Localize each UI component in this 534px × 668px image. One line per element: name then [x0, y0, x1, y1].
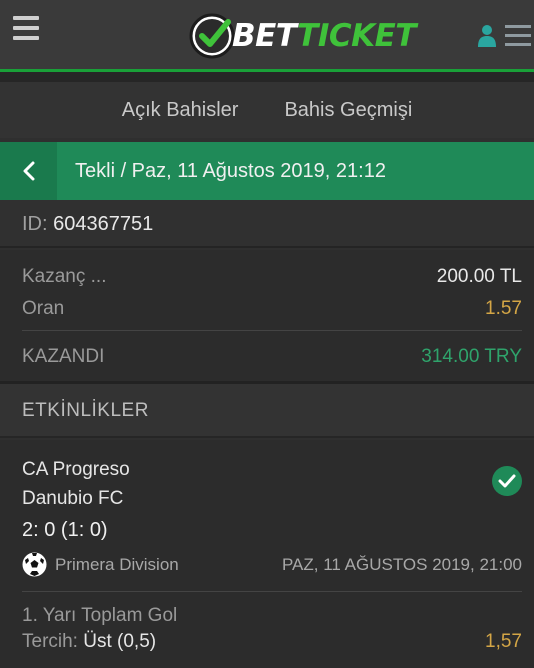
- bet-summary: Kazanç ... 200.00 TL Oran 1.57 KAZANDI 3…: [0, 250, 534, 384]
- bet-tabs: Açık Bahisler Bahis Geçmişi: [0, 82, 534, 138]
- check-circle-icon: [492, 466, 522, 496]
- event-card: CA Progreso Danubio FC 2: 0 (1: 0) Prime…: [0, 440, 534, 668]
- brand-name: BETTICKET: [232, 18, 416, 54]
- pick-odds: 1,57: [485, 631, 522, 652]
- league-name: Primera Division: [55, 555, 179, 574]
- stake-label: Kazanç ...: [22, 266, 107, 287]
- back-chevron-icon: [23, 161, 34, 181]
- stake-row: Kazanç ... 200.00 TL: [22, 266, 522, 288]
- events-section-title: ETKİNLİKLER: [0, 384, 534, 438]
- soccer-ball-icon: [22, 552, 47, 577]
- match-score: 2: 0 (1: 0): [22, 519, 108, 541]
- pick-label: Tercih:: [22, 631, 78, 652]
- market-name: 1. Yarı Toplam Gol: [22, 605, 178, 626]
- bet-id-row: ID: 604367751: [0, 200, 534, 248]
- status-row: KAZANDI 314.00 TRY: [22, 346, 522, 368]
- logo-check-icon: [189, 13, 235, 59]
- pick-value: Üst (0,5): [83, 631, 157, 652]
- summary-divider: [22, 330, 522, 331]
- event-date: PAZ, 11 AĞUSTOS 2019, 21:00: [281, 555, 522, 574]
- payout-value: 314.00 TRY: [421, 346, 522, 367]
- hamburger-icon[interactable]: [13, 16, 39, 40]
- tab-open-bets[interactable]: Açık Bahisler: [122, 99, 239, 122]
- bet-title: Tekli / Paz, 11 Ağustos 2019, 21:12: [75, 160, 386, 182]
- odds-row: Oran 1.57: [22, 298, 522, 320]
- away-team: Danubio FC: [22, 488, 124, 509]
- brand-logo[interactable]: BETTICKET: [188, 12, 416, 60]
- odds-value: 1.57: [485, 298, 522, 319]
- top-bar: BETTICKET: [0, 0, 534, 72]
- pick-row: Tercih: Üst (0,5): [22, 631, 156, 653]
- back-button[interactable]: [0, 142, 57, 200]
- tab-bet-history[interactable]: Bahis Geçmişi: [284, 99, 412, 122]
- menu-icon[interactable]: [505, 25, 531, 47]
- header-shadow: [0, 72, 534, 82]
- odds-label: Oran: [22, 298, 65, 319]
- event-divider: [22, 591, 522, 592]
- bet-header: Tekli / Paz, 11 Ağustos 2019, 21:12: [0, 142, 534, 200]
- status-label: KAZANDI: [22, 346, 105, 367]
- user-icon[interactable]: [477, 24, 497, 48]
- bet-id-value: 604367751: [53, 213, 154, 235]
- bet-id-label: ID:: [22, 213, 48, 235]
- home-team: CA Progreso: [22, 459, 130, 480]
- stake-value: 200.00 TL: [436, 266, 522, 287]
